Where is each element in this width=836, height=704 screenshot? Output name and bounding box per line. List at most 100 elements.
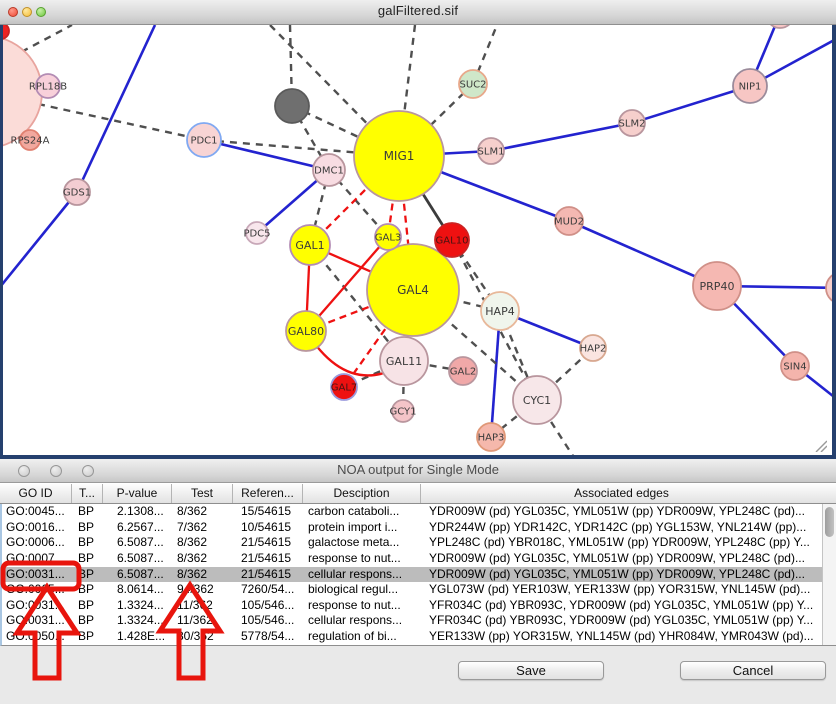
table-cell: GO:0016...: [2, 520, 74, 536]
table-cell: 8/362: [174, 567, 235, 583]
column-header-p-value[interactable]: P-value: [103, 484, 172, 503]
node-unnamed-gray[interactable]: [275, 89, 309, 123]
table-row[interactable]: GO:0065...BP8.0614...94/3627260/54...bio…: [2, 582, 836, 598]
table-cell: 5778/54...: [235, 629, 305, 645]
save-button[interactable]: Save: [458, 661, 604, 680]
table-cell: 11/362: [174, 613, 235, 629]
graph-edge: [204, 140, 329, 170]
table-cell: galactose meta...: [305, 535, 423, 551]
table-row[interactable]: GO:0031...BP1.3324...11/362105/546...cel…: [2, 613, 836, 629]
table-cell: carbon cataboli...: [305, 504, 423, 520]
table-header-row: GO IDT...P-valueTestReferen...Desciption…: [0, 483, 836, 504]
graph-edge: [77, 25, 155, 192]
column-header-test[interactable]: Test: [172, 484, 233, 503]
table-cell: YDR244W (pp) YDR142C, YDR142C (pp) YGL15…: [423, 520, 824, 536]
node-HAP2[interactable]: HAP2: [580, 335, 607, 361]
node-PRP40[interactable]: PRP40: [693, 262, 741, 310]
table-cell: YFR034C (pd) YBR093C, YDR009W (pd) YGL03…: [423, 613, 824, 629]
node-label-GAL80: GAL80: [288, 325, 324, 338]
table-cell: 1.428E...: [105, 629, 174, 645]
table-cell: BP: [74, 613, 105, 629]
table-cell: 8/362: [174, 535, 235, 551]
node-GAL11[interactable]: GAL11: [380, 337, 428, 385]
node-PDC1[interactable]: PDC1: [187, 123, 221, 157]
node-label-PDC1: PDC1: [190, 136, 217, 147]
node-label-HAP3: HAP3: [478, 433, 505, 444]
node-label-PRP40: PRP40: [700, 280, 735, 293]
screen: { "network_window": { "title": "galFilte…: [0, 0, 836, 704]
table-cell: YGL073W (pd) YER103W, YER133W (pp) YOR31…: [423, 582, 824, 598]
network-canvas[interactable]: MIG1GAL4RPL18BRPS24AGDS1PDC1DMC1SUC2SLM1…: [0, 25, 836, 459]
table-row[interactable]: GO:0045...BP2.1308...8/36215/54615carbon…: [2, 504, 836, 520]
node-GDS1[interactable]: GDS1: [63, 179, 91, 205]
table-row[interactable]: GO:0016...BP6.2567...7/36210/54615protei…: [2, 520, 836, 536]
resize-handle-icon[interactable]: [813, 438, 827, 452]
node-MS-clipped[interactable]: MS: [826, 272, 836, 304]
node-GAL7[interactable]: GAL7: [331, 374, 358, 400]
node-HAP3[interactable]: HAP3: [477, 423, 505, 451]
node-label-CYC1: CYC1: [523, 394, 551, 407]
node-label-GAL10: GAL10: [436, 236, 469, 247]
node-unnamed-topright[interactable]: [766, 25, 794, 28]
table-cell: GO:0065...: [2, 582, 74, 598]
column-header-referen-[interactable]: Referen...: [233, 484, 303, 503]
node-HAP4[interactable]: HAP4: [481, 292, 519, 330]
node-GAL1[interactable]: GAL1: [290, 225, 330, 265]
cancel-button[interactable]: Cancel: [680, 661, 826, 680]
table-cell: 6.5087...: [105, 567, 174, 583]
vertical-scrollbar[interactable]: [822, 504, 836, 645]
table-cell: 7/362: [174, 520, 235, 536]
node-label-DMC1: DMC1: [314, 166, 344, 177]
noa-window-title: NOA output for Single Mode: [0, 462, 836, 477]
node-SUC2[interactable]: SUC2: [459, 70, 487, 98]
table-cell: 21/54615: [235, 567, 305, 583]
table-cell: 94/362: [174, 582, 235, 598]
column-header-desciption[interactable]: Desciption: [303, 484, 421, 503]
node-SLM2[interactable]: SLM2: [619, 110, 646, 136]
table-cell: 11/362: [174, 598, 235, 614]
node-MIG1[interactable]: MIG1: [354, 111, 444, 201]
node-label-SLM1: SLM1: [478, 147, 505, 158]
table-cell: GO:0006...: [2, 535, 74, 551]
node-GCY1[interactable]: GCY1: [389, 400, 416, 422]
node-label-SIN4: SIN4: [783, 362, 806, 373]
node-label-GAL1: GAL1: [295, 239, 324, 252]
table-row[interactable]: GO:0050...BP1.428E...80/3625778/54...reg…: [2, 629, 836, 645]
node-SLM1[interactable]: SLM1: [478, 138, 505, 164]
table-row[interactable]: GO:0031...BP1.3324...11/362105/546...res…: [2, 598, 836, 614]
graph-edge: [38, 104, 204, 140]
table-cell: YFR034C (pd) YBR093C, YDR009W (pd) YGL03…: [423, 598, 824, 614]
scrollbar-thumb[interactable]: [825, 507, 834, 537]
node-SIN4[interactable]: SIN4: [781, 352, 809, 380]
column-header-t-[interactable]: T...: [72, 484, 103, 503]
node-MUD2[interactable]: MUD2: [554, 207, 584, 235]
table-row[interactable]: GO:0031...BP6.5087...8/36221/54615cellul…: [2, 567, 836, 583]
node-GAL4[interactable]: GAL4: [367, 244, 459, 336]
column-header-go-id[interactable]: GO ID: [0, 484, 72, 503]
node-CYC1[interactable]: CYC1: [513, 376, 561, 424]
node-GAL3[interactable]: GAL3: [375, 224, 402, 250]
table-cell: 80/362: [174, 629, 235, 645]
column-header-associated-edges[interactable]: Associated edges: [421, 484, 822, 503]
table-cell: 10/54615: [235, 520, 305, 536]
noa-titlebar: NOA output for Single Mode: [0, 459, 836, 483]
node-GAL10[interactable]: GAL10: [435, 223, 469, 257]
table-cell: 7260/54...: [235, 582, 305, 598]
network-window-title: galFiltered.sif: [0, 3, 836, 18]
table-cell: 6.5087...: [105, 535, 174, 551]
table-row[interactable]: GO:0006...BP6.5087...8/36221/54615galact…: [2, 535, 836, 551]
node-NIP1[interactable]: NIP1: [733, 69, 767, 103]
table-cell: GO:0050...: [2, 629, 74, 645]
table-cell: 6.2567...: [105, 520, 174, 536]
node-red-fragment-topleft[interactable]: [0, 25, 9, 39]
noa-window: NOA output for Single Mode GO IDT...P-va…: [0, 459, 836, 704]
table-row[interactable]: GO:0007...BP6.5087...8/36221/54615respon…: [2, 551, 836, 567]
node-GAL80[interactable]: GAL80: [286, 311, 326, 351]
results-table: GO:0045...BP2.1308...8/36215/54615carbon…: [0, 504, 836, 646]
table-cell: 21/54615: [235, 551, 305, 567]
node-GAL2[interactable]: GAL2: [449, 357, 477, 385]
node-DMC1[interactable]: DMC1: [313, 154, 345, 186]
table-cell: BP: [74, 520, 105, 536]
network-graph: MIG1GAL4RPL18BRPS24AGDS1PDC1DMC1SUC2SLM1…: [0, 25, 836, 459]
table-cell: 21/54615: [235, 535, 305, 551]
